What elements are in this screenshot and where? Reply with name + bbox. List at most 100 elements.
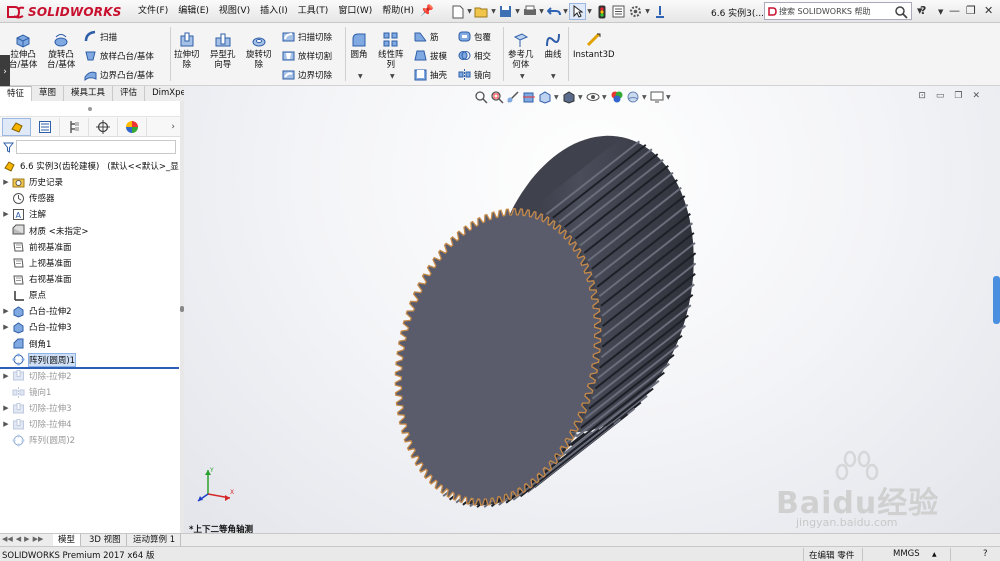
tree-item[interactable]: ▶ 凸台-拉伸3 [0, 319, 181, 335]
fillet-button[interactable]: 圆角 [350, 31, 368, 60]
feature-manager-tab[interactable] [2, 117, 31, 136]
fillet-dropdown-icon[interactable]: ▼ [358, 73, 363, 80]
search-icon[interactable] [894, 5, 908, 19]
chevron-right-icon[interactable]: › [171, 122, 175, 132]
tree-item[interactable]: 传感器 [0, 190, 181, 206]
new-dropdown-icon[interactable]: ▼ [466, 8, 473, 15]
hole-wizard-button[interactable]: 异型孔 向导 [210, 31, 236, 70]
menu-item-4[interactable]: 工具(T) [293, 5, 334, 18]
expand-arrow-icon[interactable]: ▶ [0, 178, 12, 186]
revolve-cut-button[interactable]: 旋转切 除 [246, 31, 272, 70]
command-tab-2[interactable]: 模具工具 [64, 86, 114, 101]
solidworks-logo[interactable]: SOLIDWORKS [6, 3, 122, 20]
tree-item[interactable]: 倒角1 [0, 336, 181, 352]
menu-item-5[interactable]: 窗口(W) [333, 5, 377, 18]
tree-item[interactable]: ▶ 历史记录 [0, 174, 181, 190]
tree-item[interactable]: 镜向1 [0, 384, 181, 400]
wrap-button[interactable]: 包覆 [458, 29, 491, 44]
options-gear-icon[interactable] [627, 3, 644, 20]
pattern-dropdown-icon[interactable]: ▼ [390, 73, 395, 80]
menu-item-1[interactable]: 编辑(E) [173, 5, 214, 18]
reference-geometry-dropdown-icon[interactable]: ▼ [520, 73, 525, 80]
pin-icon[interactable]: 📌 [420, 4, 434, 18]
instant3d-button[interactable]: Instant3D [573, 31, 615, 60]
revolve-boss-button[interactable]: 旋转凸 台/基体 [47, 31, 75, 70]
command-tab-1[interactable]: 草图 [32, 86, 65, 101]
file-properties-icon[interactable] [610, 3, 627, 20]
extrude-boss-button[interactable]: 拉伸凸 台/基体 [9, 31, 37, 70]
dimxpert-manager-tab[interactable] [89, 117, 118, 136]
viewport-scroll-handle[interactable] [993, 276, 1000, 324]
tree-item[interactable]: 右视基准面 [0, 271, 181, 287]
tree-item[interactable]: 阵列(圆周)2 [0, 432, 181, 448]
open-folder-icon[interactable] [473, 3, 490, 20]
menu-item-2[interactable]: 视图(V) [214, 5, 255, 18]
tab-3d-view[interactable]: 3D 视图 [84, 534, 127, 546]
open-dropdown-icon[interactable]: ▼ [490, 8, 497, 15]
undo-dropdown-icon[interactable]: ▼ [562, 8, 569, 15]
tree-item[interactable]: 材质 <未指定> [0, 223, 181, 239]
filter-icon[interactable] [3, 142, 14, 153]
rib-button[interactable]: 筋 [414, 29, 439, 44]
expand-arrow-icon[interactable]: ▶ [0, 404, 12, 412]
tree-item[interactable]: 上视基准面 [0, 255, 181, 271]
minimize-icon[interactable]: — [949, 4, 960, 17]
help-dropdown-icon[interactable]: ▼ [938, 8, 943, 16]
tree-item[interactable]: ▶ 凸台-拉伸2 [0, 303, 181, 319]
command-tab-3[interactable]: 评估 [113, 86, 146, 101]
boundary-boss-button[interactable]: 边界凸台/基体 [84, 67, 154, 82]
expand-arrow-icon[interactable]: ▶ [0, 420, 12, 428]
mirror-button[interactable]: 镜向 [458, 67, 491, 82]
curves-dropdown-icon[interactable]: ▼ [551, 73, 556, 80]
boundary-cut-button[interactable]: 边界切除 [282, 67, 332, 82]
tree-item[interactable]: ▶ 切除-拉伸2 [0, 368, 181, 384]
save-icon[interactable] [497, 3, 514, 20]
extrude-cut-button[interactable]: 拉伸切 除 [174, 31, 200, 70]
prev-tab-icon[interactable]: ◀ [16, 535, 21, 543]
tree-item[interactable]: ▶ A 注解 [0, 206, 181, 222]
status-help-icon[interactable]: ? [983, 549, 988, 559]
tree-item[interactable]: 阵列(圆周)1 [0, 352, 181, 368]
last-tab-icon[interactable]: ▶▶ [33, 535, 44, 543]
tree-root-part[interactable]: 6.6 实例3(齿轮建模) (默认<<默认>_显 [0, 158, 181, 174]
tree-item[interactable]: 原点 [0, 287, 181, 303]
tab-model[interactable]: 模型 [53, 534, 82, 546]
help-button[interactable]: ? [920, 4, 926, 17]
loft-boss-button[interactable]: 放样凸台/基体 [84, 48, 154, 63]
unit-system[interactable]: MMGS [893, 549, 920, 559]
swept-cut-button[interactable]: 扫描切除 [282, 29, 332, 44]
save-dropdown-icon[interactable]: ▼ [514, 8, 521, 15]
lofted-cut-button[interactable]: 放样切割 [282, 48, 332, 63]
intersect-button[interactable]: 相交 [458, 48, 491, 63]
linear-pattern-button[interactable]: 线性阵 列 [378, 31, 404, 70]
tab-motion-study-1[interactable]: 运动算例 1 [128, 534, 182, 546]
menu-item-3[interactable]: 插入(I) [255, 5, 293, 18]
print-dropdown-icon[interactable]: ▼ [538, 8, 545, 15]
sweep-button[interactable]: 扫描 [84, 29, 117, 44]
new-document-icon[interactable] [449, 3, 466, 20]
undo-icon[interactable] [545, 3, 562, 20]
expand-arrow-icon[interactable]: ▶ [0, 372, 12, 380]
expand-arrow-icon[interactable]: ▶ [0, 210, 12, 218]
curves-button[interactable]: 曲线 [544, 31, 562, 60]
select-cursor-icon[interactable] [569, 3, 586, 20]
menu-item-6[interactable]: 帮助(H) [377, 5, 419, 18]
tree-item[interactable]: 前视基准面 [0, 239, 181, 255]
select-dropdown-icon[interactable]: ▼ [586, 8, 593, 15]
first-tab-icon[interactable]: ◀◀ [2, 535, 13, 543]
unit-dropdown-icon[interactable]: ▲ [932, 551, 937, 558]
reference-geometry-button[interactable]: 参考几 何体 [508, 31, 534, 70]
rollback-bar[interactable] [0, 367, 179, 369]
expand-arrow-icon[interactable]: ▶ [0, 323, 12, 331]
help-search-box[interactable]: 搜索 SOLIDWORKS 帮助 [764, 2, 912, 20]
axis-pin-icon[interactable] [651, 3, 668, 20]
graphics-area[interactable]: ▼ ▼ ▼ ▼ ▼ ⊡ ▭ ❐ ✕ Y X *上下二等角轴测 Baidu经验 j… [184, 86, 1000, 533]
configuration-manager-tab[interactable] [60, 117, 89, 136]
display-manager-tab[interactable] [118, 117, 147, 136]
command-tab-0[interactable]: 特征 [0, 86, 33, 101]
next-tab-icon[interactable]: ▶ [24, 535, 29, 543]
property-manager-tab[interactable] [31, 117, 60, 136]
restore-icon[interactable]: ❐ [966, 4, 976, 17]
tree-item[interactable]: ▶ 切除-拉伸4 [0, 416, 181, 432]
print-icon[interactable] [521, 3, 538, 20]
